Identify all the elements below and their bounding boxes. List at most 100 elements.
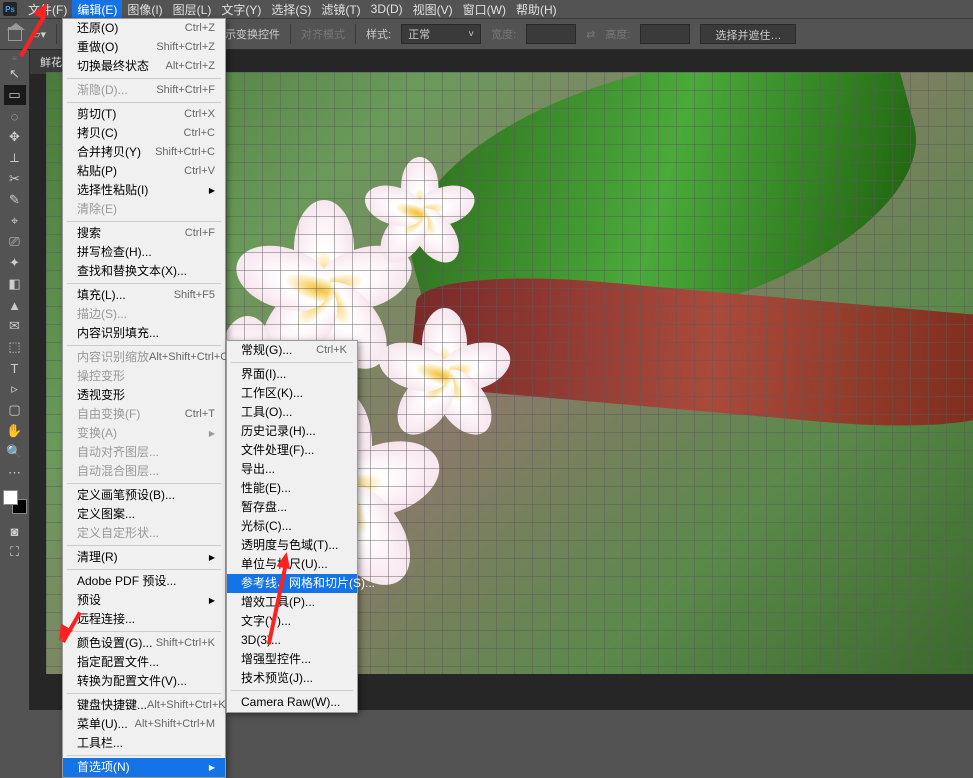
- menu-item-label: 常规(G)...: [241, 343, 292, 358]
- edit-menu-item: 自由变换(F)Ctrl+T: [63, 405, 225, 424]
- style-dropdown[interactable]: 正常: [401, 24, 481, 44]
- edit-menu-item[interactable]: 透视变形: [63, 386, 225, 405]
- menu-shortcut: Shift+Ctrl+Z: [156, 40, 215, 55]
- menu-filter[interactable]: 滤镜(T): [316, 0, 365, 20]
- stamp-tool[interactable]: ⌖: [4, 211, 26, 231]
- prefs-menu-item[interactable]: 常规(G)...Ctrl+K: [227, 341, 357, 360]
- edit-menu-item[interactable]: 菜单(U)...Alt+Shift+Ctrl+M: [63, 715, 225, 734]
- edit-menu-item[interactable]: 重做(O)Shift+Ctrl+Z: [63, 38, 225, 57]
- blur-tool[interactable]: ◧: [4, 274, 26, 294]
- preferences-submenu: 常规(G)...Ctrl+K 界面(I)...工作区(K)...工具(O)...历…: [226, 340, 358, 713]
- menu-separator: [67, 693, 221, 694]
- prefs-menu-item[interactable]: 文字(Y)...: [227, 612, 357, 631]
- menu-separator: [67, 631, 221, 632]
- height-input[interactable]: [640, 24, 690, 44]
- swap-icon[interactable]: ⇄: [586, 28, 595, 41]
- edit-menu-item[interactable]: 搜索Ctrl+F: [63, 224, 225, 243]
- menu-help[interactable]: 帮助(H): [511, 0, 562, 20]
- edit-menu-item[interactable]: 远程连接...: [63, 610, 225, 629]
- edit-menu-item[interactable]: 剪切(T)Ctrl+X: [63, 105, 225, 124]
- menu-type[interactable]: 文字(Y): [216, 0, 266, 20]
- home-icon[interactable]: [8, 27, 22, 41]
- frame-tool[interactable]: ⟂: [4, 148, 26, 168]
- menu-item-label: 菜单(U)...: [77, 717, 128, 732]
- edit-menu-item[interactable]: 切换最终状态Alt+Ctrl+Z: [63, 57, 225, 76]
- eyedropper-tool[interactable]: ✂: [4, 169, 26, 189]
- prefs-menu-item[interactable]: 光标(C)...: [227, 517, 357, 536]
- menu-edit[interactable]: 编辑(E): [72, 0, 122, 20]
- prefs-menu-item[interactable]: 工作区(K)...: [227, 384, 357, 403]
- screenmode-icon[interactable]: ⛶: [4, 542, 26, 562]
- edit-menu-item[interactable]: 定义图案...: [63, 505, 225, 524]
- prefs-menu-item[interactable]: 工具(O)...: [227, 403, 357, 422]
- edit-menu-item[interactable]: 内容识别填充...: [63, 324, 225, 343]
- gradient-tool[interactable]: ✦: [4, 253, 26, 273]
- menu-shortcut: Shift+Ctrl+K: [156, 636, 215, 651]
- marquee-tool[interactable]: ▭: [4, 85, 26, 105]
- menu-image[interactable]: 图像(I): [122, 0, 167, 20]
- edit-menu-item[interactable]: 首选项(N): [63, 758, 225, 777]
- prefs-menu-item[interactable]: Camera Raw(W)...: [227, 693, 357, 712]
- dodge-tool[interactable]: ▲: [4, 295, 26, 315]
- prefs-menu-item[interactable]: 增效工具(P)...: [227, 593, 357, 612]
- prefs-menu-item[interactable]: 界面(I)...: [227, 365, 357, 384]
- edit-menu-item[interactable]: 键盘快捷键...Alt+Shift+Ctrl+K: [63, 696, 225, 715]
- rectangle-tool[interactable]: ⬚: [4, 337, 26, 357]
- edit-menu-item[interactable]: 定义画笔预设(B)...: [63, 486, 225, 505]
- move-tool[interactable]: ↖: [4, 64, 26, 84]
- prefs-menu-item[interactable]: 透明度与色域(T)...: [227, 536, 357, 555]
- prefs-menu-item[interactable]: 暂存盘...: [227, 498, 357, 517]
- edit-menu-item[interactable]: 拷贝(C)Ctrl+C: [63, 124, 225, 143]
- tool-preset-icon[interactable]: ▱▾: [32, 28, 46, 41]
- path-select-tool[interactable]: ▹: [4, 379, 26, 399]
- edit-menu-item[interactable]: Adobe PDF 预设...: [63, 572, 225, 591]
- menu-3d[interactable]: 3D(D): [366, 0, 408, 18]
- type-tool[interactable]: T: [4, 358, 26, 378]
- lasso-tool[interactable]: ◌: [4, 106, 26, 126]
- align-mode-label: 对齐模式: [301, 26, 345, 42]
- menu-layer[interactable]: 图层(L): [168, 0, 217, 20]
- edit-menu-item[interactable]: 颜色设置(G)...Shift+Ctrl+K: [63, 634, 225, 653]
- edit-menu-item[interactable]: 选择性粘贴(I): [63, 181, 225, 200]
- menu-select[interactable]: 选择(S): [266, 0, 316, 20]
- edit-toolbar-icon[interactable]: ⋯: [4, 463, 26, 483]
- edit-menu-item[interactable]: 转换为配置文件(V)...: [63, 672, 225, 691]
- quickmask-icon[interactable]: ◙: [4, 521, 26, 541]
- prefs-menu-item[interactable]: 单位与标尺(U)...: [227, 555, 357, 574]
- crop-tool[interactable]: ✥: [4, 127, 26, 147]
- prefs-menu-item[interactable]: 性能(E)...: [227, 479, 357, 498]
- prefs-menu-item[interactable]: 历史记录(H)...: [227, 422, 357, 441]
- menu-window[interactable]: 窗口(W): [458, 0, 511, 20]
- select-and-mask-button[interactable]: 选择并遮住…: [700, 24, 796, 44]
- menu-item-label: 拼写检查(H)...: [77, 245, 152, 260]
- prefs-menu-item[interactable]: 文件处理(F)...: [227, 441, 357, 460]
- color-swatches[interactable]: [3, 490, 27, 514]
- menu-view[interactable]: 视图(V): [408, 0, 458, 20]
- edit-menu-item[interactable]: 预设: [63, 591, 225, 610]
- edit-menu-item[interactable]: 粘贴(P)Ctrl+V: [63, 162, 225, 181]
- prefs-menu-item[interactable]: 3D(3)...: [227, 631, 357, 650]
- prefs-menu-item[interactable]: 增强型控件...: [227, 650, 357, 669]
- edit-menu-item[interactable]: 填充(L)...Shift+F5: [63, 286, 225, 305]
- width-input[interactable]: [526, 24, 576, 44]
- edit-menu-item[interactable]: 清理(R): [63, 548, 225, 567]
- menu-item-label: 增强型控件...: [241, 652, 311, 667]
- zoom-tool[interactable]: 🔍: [4, 442, 26, 462]
- edit-menu-item[interactable]: 指定配置文件...: [63, 653, 225, 672]
- brush-tool[interactable]: ✎: [4, 190, 26, 210]
- foreground-color[interactable]: [3, 490, 18, 505]
- hand-tool[interactable]: ✋: [4, 421, 26, 441]
- edit-menu-item[interactable]: 合并拷贝(Y)Shift+Ctrl+C: [63, 143, 225, 162]
- edit-menu-item[interactable]: 还原(O)Ctrl+Z: [63, 19, 225, 38]
- height-label: 高度:: [605, 26, 630, 42]
- edit-menu-item[interactable]: 查找和替换文本(X)...: [63, 262, 225, 281]
- edit-menu-item[interactable]: 工具栏...: [63, 734, 225, 753]
- menu-file[interactable]: 文件(F): [23, 0, 72, 20]
- prefs-menu-item[interactable]: 参考线、网格和切片(S)...: [227, 574, 357, 593]
- pen-tool[interactable]: ✉: [4, 316, 26, 336]
- edit-menu-item[interactable]: 拼写检查(H)...: [63, 243, 225, 262]
- prefs-menu-item[interactable]: 导出...: [227, 460, 357, 479]
- eraser-tool[interactable]: ⎚: [4, 232, 26, 252]
- prefs-menu-item[interactable]: 技术预览(J)...: [227, 669, 357, 688]
- shape-tool[interactable]: ▢: [4, 400, 26, 420]
